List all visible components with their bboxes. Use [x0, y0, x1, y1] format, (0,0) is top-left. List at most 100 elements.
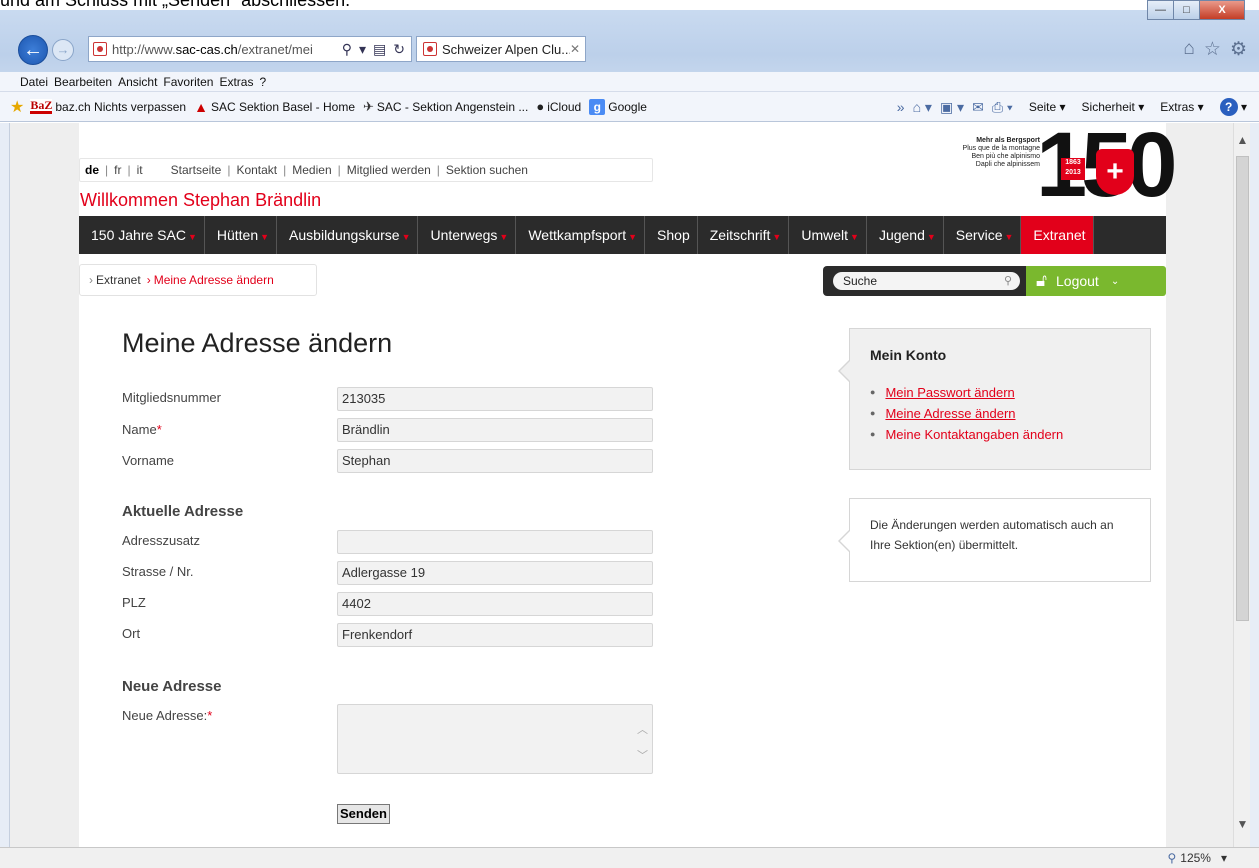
apple-icon: ●: [536, 99, 545, 114]
mail-icon[interactable]: ✉: [972, 99, 984, 116]
scroll-down-icon[interactable]: ▼: [1234, 817, 1251, 831]
help-menu[interactable]: ? ▾: [1212, 98, 1247, 116]
toplink-home[interactable]: Startseite: [171, 163, 222, 177]
close-button[interactable]: X: [1199, 0, 1245, 20]
street-field[interactable]: Adlergasse 19: [337, 561, 653, 585]
breadcrumb-extranet[interactable]: Extranet: [96, 273, 141, 287]
textarea-scroll-up-icon[interactable]: ︿: [637, 721, 648, 737]
nav-extranet[interactable]: Extranet: [1021, 216, 1094, 254]
toplink-become-member[interactable]: Mitglied werden: [347, 163, 431, 177]
home-icon[interactable]: ⌂: [1183, 38, 1194, 61]
separator: |: [227, 163, 231, 177]
toplink-contact[interactable]: Kontakt: [236, 163, 277, 177]
favorites-star-icon[interactable]: ☆: [1204, 38, 1221, 61]
nav-wettkampfsport[interactable]: Wettkampfsport ▼: [516, 216, 646, 254]
search-input[interactable]: Suche ⚲: [833, 272, 1020, 290]
settings-gear-icon[interactable]: ⚙: [1230, 38, 1247, 61]
textarea-scroll-down-icon[interactable]: ﹀: [637, 747, 648, 763]
extras-menu[interactable]: Extras ▾: [1152, 100, 1203, 114]
required-marker: *: [156, 422, 162, 437]
menu-extras[interactable]: Extras: [219, 75, 253, 89]
menu-favorites[interactable]: Favoriten: [163, 75, 213, 89]
sac-150-logo[interactable]: Mehr als Bergsport Plus que de la montag…: [930, 114, 1178, 216]
current-address-heading: Aktuelle Adresse: [122, 503, 244, 520]
home-page-icon[interactable]: ⌂ ▾: [913, 99, 932, 116]
forward-button[interactable]: →: [52, 39, 74, 61]
nav-shop[interactable]: Shop: [645, 216, 698, 254]
nav-zeitschrift[interactable]: Zeitschrift ▼: [698, 216, 790, 254]
change-address-link[interactable]: Meine Adresse ändern: [885, 406, 1015, 421]
feeds-icon[interactable]: ▣ ▾: [940, 99, 964, 116]
menu-help[interactable]: ?: [259, 75, 266, 89]
url-text[interactable]: http://www.sac-cas.ch/extranet/mei: [112, 42, 342, 57]
toplink-find-section[interactable]: Sektion suchen: [446, 163, 528, 177]
compatibility-icon[interactable]: ▤: [373, 41, 386, 58]
nav-umwelt[interactable]: Umwelt ▼: [789, 216, 867, 254]
lang-it[interactable]: it: [137, 163, 143, 177]
search-icon[interactable]: ⚲: [1004, 272, 1012, 290]
print-icon[interactable]: ⎙ ▾: [992, 99, 1013, 116]
change-contact-link[interactable]: Meine Kontaktangaben ändern: [885, 427, 1063, 442]
back-button[interactable]: ←: [18, 35, 48, 65]
favorite-sac-angenstein[interactable]: ✈ SAC - Sektion Angenstein ...: [363, 99, 528, 115]
scrollbar-thumb[interactable]: [1236, 156, 1249, 621]
nav-jugend[interactable]: Jugend ▼: [867, 216, 944, 254]
address-addition-field[interactable]: [337, 530, 653, 554]
menu-view[interactable]: Ansicht: [118, 75, 157, 89]
browser-tab[interactable]: Schweizer Alpen Clu... ✕: [416, 36, 586, 62]
address-bar[interactable]: http://www.sac-cas.ch/extranet/mei ⚲ ▾ ▤…: [88, 36, 412, 62]
minimize-button[interactable]: —: [1147, 0, 1174, 20]
dropdown-caret-icon: ▼: [926, 232, 936, 242]
page-menu[interactable]: Seite ▾: [1021, 100, 1066, 114]
account-link-item: ● Meine Kontaktangaben ändern: [870, 427, 1130, 442]
city-field[interactable]: Frenkendorf: [337, 623, 653, 647]
security-menu-label: Sicherheit: [1081, 100, 1135, 114]
nav-service[interactable]: Service ▼: [944, 216, 1022, 254]
tab-favicon-icon: [423, 42, 437, 56]
refresh-icon[interactable]: ↻: [393, 41, 405, 58]
breadcrumb-current[interactable]: Meine Adresse ändern: [154, 273, 274, 287]
nav-label: Wettkampfsport: [528, 227, 627, 243]
change-password-link[interactable]: Mein Passwort ändern: [885, 385, 1014, 400]
scroll-up-icon[interactable]: ▲: [1234, 133, 1251, 147]
search-icon[interactable]: ⚲: [342, 41, 352, 58]
menu-file[interactable]: Datei: [20, 75, 48, 89]
favorite-baz[interactable]: BaZ baz.ch Nichts verpassen: [30, 99, 186, 114]
nav-150-jahre-sac[interactable]: 150 Jahre SAC ▼: [79, 216, 205, 254]
zoom-dropdown-icon[interactable]: ▾: [1221, 851, 1227, 865]
logout-button[interactable]: 🔓︎ Logout ⌄: [1026, 266, 1166, 296]
dropdown-caret-icon: ▼: [401, 232, 411, 242]
security-menu[interactable]: Sicherheit ▾: [1074, 100, 1145, 114]
lock-icon: 🔓︎: [1036, 271, 1048, 290]
lang-fr[interactable]: fr: [114, 163, 121, 177]
favorite-google[interactable]: g Google: [589, 98, 647, 115]
nav-ausbildungskurse[interactable]: Ausbildungskurse ▼: [277, 216, 419, 254]
send-button[interactable]: Senden: [337, 804, 390, 824]
favorite-label: baz.ch Nichts verpassen: [55, 99, 187, 114]
favorite-icloud[interactable]: ● iCloud: [536, 99, 581, 114]
nav-unterwegs[interactable]: Unterwegs ▼: [418, 216, 517, 254]
new-address-textarea[interactable]: ︿ ﹀: [337, 704, 653, 774]
member-number-field[interactable]: 213035: [337, 387, 653, 411]
name-field[interactable]: Brändlin: [337, 418, 653, 442]
lang-de[interactable]: de: [85, 163, 99, 177]
nav-huetten[interactable]: Hütten ▼: [205, 216, 278, 254]
plane-icon: ✈: [363, 98, 374, 114]
toplink-media[interactable]: Medien: [292, 163, 331, 177]
maximize-button[interactable]: □: [1173, 0, 1200, 20]
separator: |: [337, 163, 341, 177]
nav-label: Jugend: [878, 227, 925, 243]
firstname-field[interactable]: Stephan: [337, 449, 653, 473]
favorites-star-add-icon[interactable]: ★: [10, 97, 24, 117]
tab-close-icon[interactable]: ✕: [570, 42, 585, 56]
zip-field[interactable]: 4402: [337, 592, 653, 616]
info-note-text: Die Änderungen werden automatisch auch a…: [870, 518, 1114, 552]
zoom-level[interactable]: 125%: [1180, 851, 1211, 865]
favorite-sac-basel[interactable]: ▲ SAC Sektion Basel - Home: [194, 99, 355, 115]
window-controls: — □ X: [1147, 0, 1245, 20]
dropdown-icon[interactable]: ▾: [359, 41, 366, 58]
menu-edit[interactable]: Bearbeiten: [54, 75, 112, 89]
vertical-scrollbar[interactable]: ▲ ▼: [1233, 123, 1250, 847]
chevron-more-icon[interactable]: »: [897, 99, 905, 115]
zip-label: PLZ: [122, 595, 146, 610]
